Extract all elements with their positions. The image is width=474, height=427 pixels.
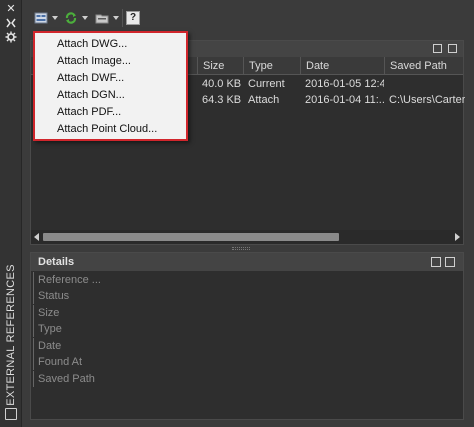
property-reference-name: Reference ... [33, 272, 101, 288]
cell-type: Current [248, 78, 285, 90]
column-date[interactable]: Date [300, 57, 384, 75]
refresh-icon [64, 11, 78, 25]
attach-dwg-button[interactable] [34, 10, 58, 26]
cell-type: Attach [248, 94, 280, 106]
list-view-icon[interactable] [433, 44, 442, 53]
palette-sidebar: ✕ EXTERNAL REFERENCES [0, 0, 22, 427]
menu-item-attach-dwg[interactable]: Attach DWG... [57, 36, 127, 53]
cell-date: 2016-01-05 12:4... [305, 78, 384, 90]
details-panel: Details Reference ... Status Size Type D… [30, 252, 464, 420]
panel-splitter[interactable] [232, 247, 250, 250]
palette-title-text: EXTERNAL REFERENCES [5, 263, 17, 406]
help-button[interactable]: ? [126, 10, 140, 26]
help-icon: ? [126, 11, 140, 25]
palette-title: EXTERNAL REFERENCES [1, 262, 21, 407]
property-status: Status [33, 288, 69, 304]
change-path-button[interactable] [95, 10, 119, 26]
change-path-icon [95, 11, 109, 25]
tree-view-icon[interactable] [448, 44, 457, 53]
column-saved-path[interactable]: Saved Path [384, 57, 465, 75]
close-icon[interactable]: ✕ [5, 3, 17, 15]
property-found-at: Found At [33, 354, 82, 370]
property-type: Type [33, 321, 62, 337]
property-saved-path: Saved Path [33, 371, 95, 387]
details-view-icon[interactable] [431, 257, 441, 267]
details-title: Details [38, 256, 75, 268]
column-size[interactable]: Size [197, 57, 243, 75]
xref-toolbar: ? [22, 0, 474, 32]
cell-saved-path: C:\Users\Carter\D [389, 94, 465, 106]
scroll-right-icon[interactable] [455, 233, 460, 241]
scroll-left-icon[interactable] [34, 233, 39, 241]
toolbar-divider [122, 9, 123, 27]
details-header: Details [31, 253, 463, 271]
cell-date: 2016-01-04 11:... [305, 94, 384, 106]
menu-item-attach-image[interactable]: Attach Image... [57, 53, 131, 70]
cell-size: 64.3 KB [202, 94, 242, 106]
preview-view-icon[interactable] [445, 257, 455, 267]
menu-item-attach-dwf[interactable]: Attach DWF... [57, 70, 124, 87]
column-type[interactable]: Type [243, 57, 300, 75]
property-size: Size [33, 305, 59, 321]
property-date: Date [33, 338, 61, 354]
attach-dropdown-menu: Attach DWG... Attach Image... Attach DWF… [33, 31, 188, 141]
chevron-down-icon[interactable] [52, 16, 58, 20]
menu-item-attach-dgn[interactable]: Attach DGN... [57, 87, 125, 104]
chevron-down-icon[interactable] [82, 16, 88, 20]
horizontal-scrollbar[interactable] [31, 230, 463, 244]
cell-size: 40.0 KB [202, 78, 242, 90]
menu-item-attach-pdf[interactable]: Attach PDF... [57, 104, 121, 121]
refresh-button[interactable] [64, 10, 88, 26]
attach-dwg-icon [34, 11, 48, 25]
chevron-down-icon[interactable] [113, 16, 119, 20]
palette-options-icon[interactable] [5, 408, 17, 420]
gear-icon[interactable] [5, 31, 17, 43]
menu-item-attach-point-cloud[interactable]: Attach Point Cloud... [57, 121, 157, 138]
collapse-icon[interactable] [5, 17, 17, 29]
scrollbar-thumb[interactable] [43, 233, 339, 241]
